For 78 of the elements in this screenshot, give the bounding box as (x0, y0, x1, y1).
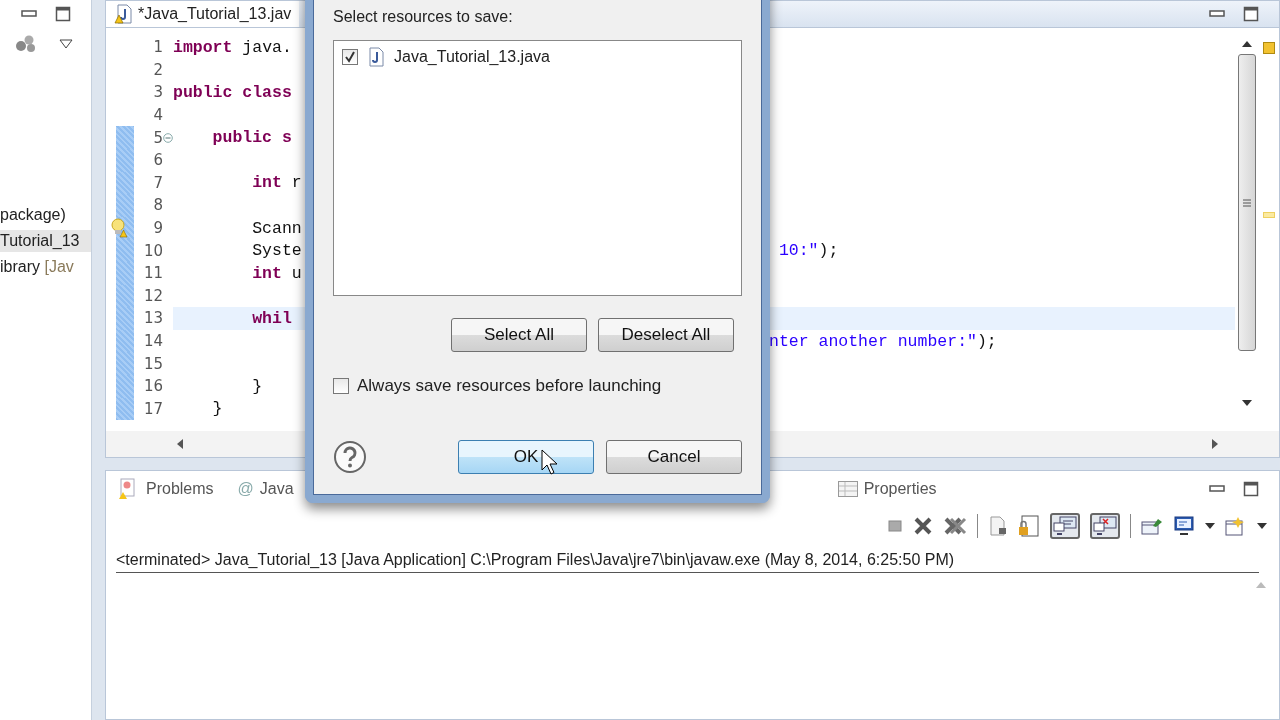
maximize-icon[interactable] (1243, 481, 1259, 497)
code-line: int r (251, 173, 302, 193)
panel-tab[interactable]: Problems (114, 476, 218, 502)
minimize-icon[interactable] (1209, 484, 1225, 494)
line-number: 1 (152, 38, 163, 57)
console-error-icon[interactable] (1092, 515, 1118, 537)
line-number: 12 (142, 286, 163, 305)
code-line: public class (173, 83, 292, 102)
scroll-down-icon[interactable] (1241, 399, 1253, 407)
help-icon[interactable] (333, 440, 367, 474)
cancel-button[interactable]: Cancel (606, 440, 742, 474)
close-icon[interactable] (913, 516, 933, 536)
line-number: 6 (152, 151, 163, 170)
line-number: 2 (152, 60, 163, 79)
dots-cluster-icon[interactable] (15, 34, 37, 54)
scroll-up-icon[interactable] (1241, 40, 1253, 48)
checkbox-label[interactable]: Always save resources before launching (357, 376, 662, 396)
dropdown-icon[interactable] (59, 39, 73, 49)
code-line: nter another number:"); (769, 331, 997, 351)
line-number: 17 (142, 399, 163, 418)
scroll-right-icon[interactable] (1211, 438, 1219, 450)
line-number: 15 (142, 354, 163, 373)
monitor-icon[interactable] (1173, 516, 1195, 536)
tree-item[interactable]: ibrary [Jav (0, 256, 91, 278)
at-icon: @ (237, 480, 254, 498)
code-line: public s (211, 128, 292, 148)
tree-item[interactable]: Tutorial_13 (0, 230, 91, 252)
checkbox[interactable] (342, 49, 358, 65)
console-output-icon[interactable] (1052, 515, 1078, 537)
lightbulb-warning-icon[interactable] (110, 218, 128, 239)
line-number: 14 (142, 332, 163, 350)
stop-icon[interactable] (887, 518, 903, 534)
list-action-button[interactable]: Select All (451, 318, 587, 352)
line-number: 10 (142, 241, 163, 260)
clear-document-icon[interactable] (988, 516, 1008, 536)
code-line: int u (251, 263, 302, 283)
table-icon (837, 481, 858, 497)
tree-item[interactable]: package) (0, 204, 91, 226)
java-file-icon (114, 4, 134, 24)
minimize-icon[interactable] (21, 9, 37, 19)
mouse-cursor-icon (541, 449, 557, 475)
line-number: 8 (152, 196, 163, 215)
scroll-lock-icon[interactable] (1018, 515, 1040, 537)
editor-tab[interactable]: *Java_Tutorial_13.jav (106, 1, 300, 27)
panel-tab[interactable]: Properties (833, 478, 941, 500)
remove-all-icon[interactable] (943, 516, 967, 536)
code-line: whil (251, 308, 292, 328)
code-line: import java. (173, 37, 292, 57)
list-action-button[interactable]: Deselect All (598, 318, 734, 352)
dialog-prompt: Select resources to save: (333, 8, 514, 26)
dropdown-icon[interactable] (1257, 523, 1267, 529)
scrollbar-thumb[interactable] (1238, 54, 1256, 351)
panel-tab[interactable]: @ Java (233, 478, 298, 500)
checkbox[interactable] (333, 378, 349, 394)
line-number: 4 (152, 106, 163, 125)
line-number: 16 (142, 377, 163, 396)
maximize-icon[interactable] (55, 6, 71, 22)
warning-marker-icon[interactable] (1263, 42, 1275, 54)
minimize-icon[interactable] (1209, 9, 1225, 19)
line-number: 7 (152, 173, 163, 192)
line-number: 3 (152, 83, 163, 102)
code-line: } (251, 376, 263, 396)
resource-name[interactable]: Java_Tutorial_13.java (394, 48, 550, 66)
line-number: 11 (142, 264, 163, 283)
ok-button[interactable]: OK (458, 440, 594, 474)
code-line: Scann (251, 218, 302, 238)
line-number: 5 (152, 128, 163, 147)
maximize-icon[interactable] (1243, 6, 1259, 22)
console-header: <terminated> Java_Tutorial_13 [Java Application] C:\Program Files\Java\jre7\bin\javaw.exe (May 8, 2014, 6:25:50 PM) (116, 551, 1259, 573)
scroll-left-icon[interactable] (176, 438, 184, 450)
dropdown-icon[interactable] (1205, 523, 1215, 529)
java-file-icon (366, 47, 386, 67)
code-line: Syste (251, 241, 302, 261)
code-line: 10:"); (777, 241, 839, 261)
pin-icon[interactable] (1141, 516, 1163, 536)
code-line: } (211, 399, 223, 419)
line-number: 9 (152, 219, 163, 238)
line-number: 13 (142, 309, 163, 328)
